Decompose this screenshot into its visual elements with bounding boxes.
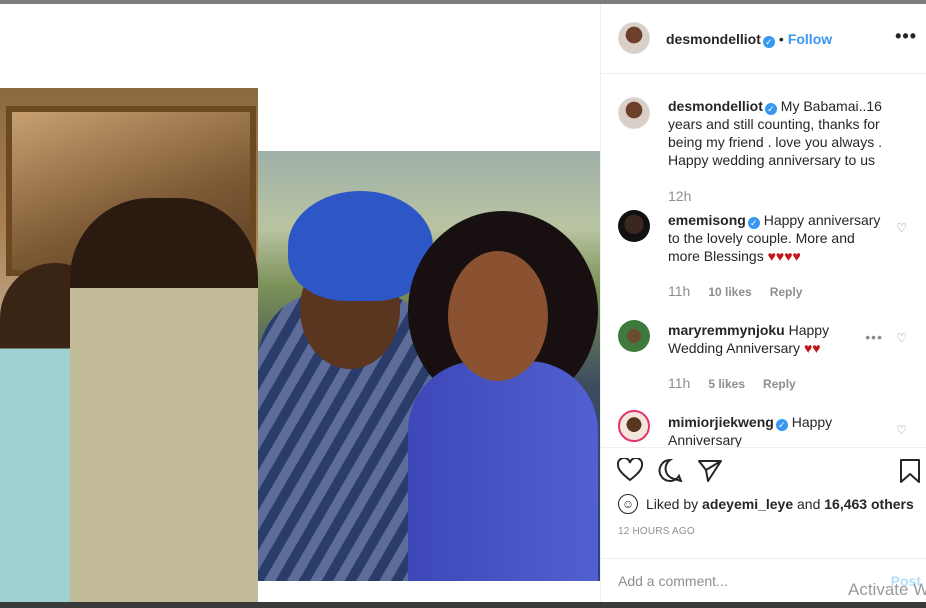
comment-avatar[interactable] <box>618 320 650 352</box>
comment-text: ememisong ✓ Happy anniversary to the love… <box>668 211 883 265</box>
more-options-icon[interactable]: ••• <box>895 26 917 47</box>
likes-prefix: Liked by <box>646 496 699 512</box>
woman-blue-dress <box>408 361 598 581</box>
comment-text: maryremmynjoku Happy Wedding Anniversary… <box>668 321 868 357</box>
verified-badge-icon: ✓ <box>762 36 775 48</box>
likes-summary: ☺ Liked by adeyemi_leye and 16,463 other… <box>618 494 914 514</box>
hearts-emoji: ♥♥♥♥ <box>767 248 801 264</box>
like-comment-heart-icon[interactable]: ♡ <box>896 423 907 437</box>
follow-button[interactable]: Follow <box>788 31 832 47</box>
username-link[interactable]: desmondelliot <box>666 31 761 47</box>
avatar[interactable] <box>618 22 650 54</box>
header-user: desmondelliot ✓ • Follow <box>666 31 832 48</box>
comment-avatar[interactable] <box>618 410 650 442</box>
comment-username[interactable]: maryremmynjoku <box>668 322 785 338</box>
photo-old-couple <box>0 88 258 602</box>
woman-face <box>448 251 548 381</box>
photo-recent-couple <box>258 151 600 581</box>
reply-button[interactable]: Reply <box>763 377 796 391</box>
comment-likes[interactable]: 10 likes <box>708 285 751 299</box>
comment-meta: 11h 5 likes Reply <box>668 375 814 391</box>
like-comment-heart-icon[interactable]: ♡ <box>896 331 907 345</box>
comment-text: mimiorjiekweng ✓ Happy Anniversary <box>668 413 883 447</box>
comment-time[interactable]: 11h <box>668 375 690 391</box>
verified-badge-icon: ✓ <box>764 103 777 115</box>
likes-count-link[interactable]: 16,463 others <box>824 496 914 512</box>
share-paper-plane-icon[interactable] <box>697 458 723 482</box>
comment-avatar[interactable] <box>618 210 650 242</box>
likes-conjunction: and <box>797 496 821 512</box>
instagram-post-view: desmondelliot ✓ • Follow ••• desmondelliot ✓… <box>0 0 926 608</box>
caption-time[interactable]: 12h <box>668 188 691 204</box>
separator-dot: • <box>778 31 784 47</box>
smiley-face-icon: ☺ <box>618 494 638 514</box>
post-side-panel: desmondelliot ✓ • Follow ••• desmondelliot ✓… <box>600 4 926 602</box>
activate-windows-watermark: Activate W <box>848 580 926 599</box>
caption-text: desmondelliot ✓ My Babamai..16 years and … <box>668 97 898 169</box>
comment-username[interactable]: mimiorjiekweng <box>668 414 774 430</box>
post-media[interactable] <box>0 4 600 602</box>
caption-username[interactable]: desmondelliot <box>668 98 763 114</box>
hearts-emoji: ♥♥ <box>803 340 821 356</box>
comments-list[interactable]: desmondelliot ✓ My Babamai..16 years and … <box>601 75 926 447</box>
comment-options-icon[interactable]: ••• <box>865 329 883 345</box>
liked-by-user-link[interactable]: adeyemi_leye <box>702 496 793 512</box>
verified-badge-icon: ✓ <box>775 419 788 431</box>
like-comment-heart-icon[interactable]: ♡ <box>896 221 907 235</box>
caption-avatar[interactable] <box>618 97 650 129</box>
comment-meta: 11h 10 likes Reply <box>668 283 820 299</box>
verified-badge-icon: ✓ <box>747 217 760 229</box>
post-timestamp[interactable]: 12 HOURS AGO <box>618 526 695 537</box>
post-header: desmondelliot ✓ • Follow ••• <box>601 4 926 74</box>
window-bottom-bar <box>0 602 926 608</box>
comment-bubble-icon[interactable] <box>657 458 683 482</box>
save-bookmark-icon[interactable] <box>899 458 921 484</box>
comment-username[interactable]: ememisong <box>668 212 746 228</box>
man-figure <box>70 198 258 602</box>
like-heart-icon[interactable] <box>617 458 643 482</box>
add-comment-input[interactable]: Add a comment... <box>618 573 728 589</box>
comment-likes[interactable]: 5 likes <box>708 377 745 391</box>
comment-time[interactable]: 11h <box>668 283 690 299</box>
reply-button[interactable]: Reply <box>770 285 803 299</box>
